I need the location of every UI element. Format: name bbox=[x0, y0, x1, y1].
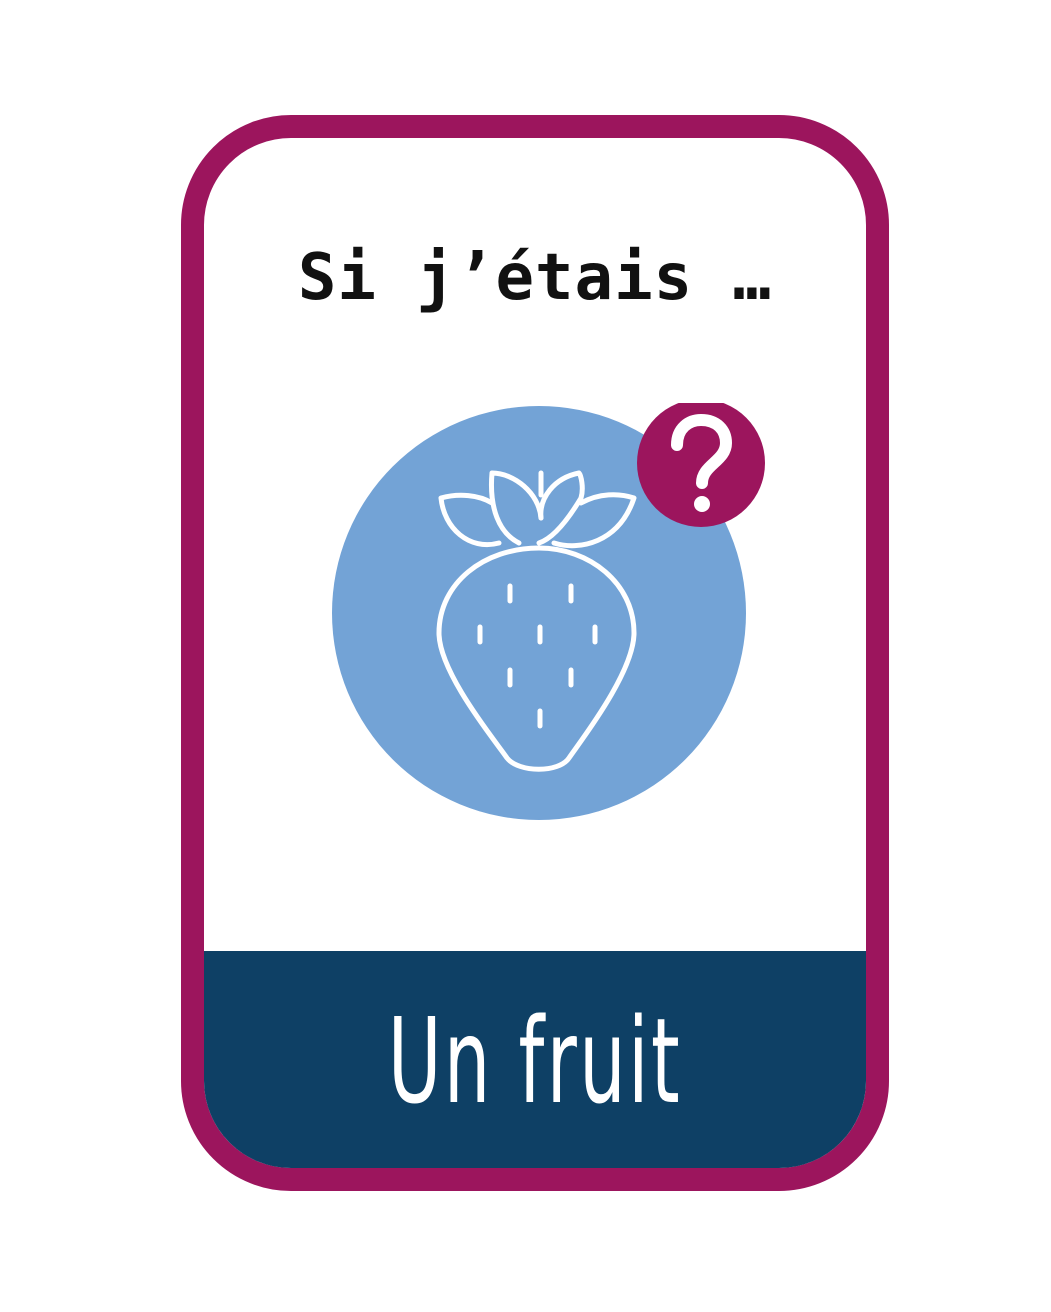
page: Si j’étais … Un fruit bbox=[0, 0, 1051, 1312]
card-caption: Un fruit bbox=[387, 992, 683, 1130]
card-title: Si j’étais … bbox=[297, 241, 773, 315]
strawberry-illustration bbox=[332, 399, 765, 820]
caption-band: Un fruit bbox=[204, 951, 866, 1168]
card: Si j’étais … Un fruit bbox=[181, 115, 889, 1191]
icon-area bbox=[329, 399, 769, 823]
question-mark-icon bbox=[637, 399, 765, 527]
